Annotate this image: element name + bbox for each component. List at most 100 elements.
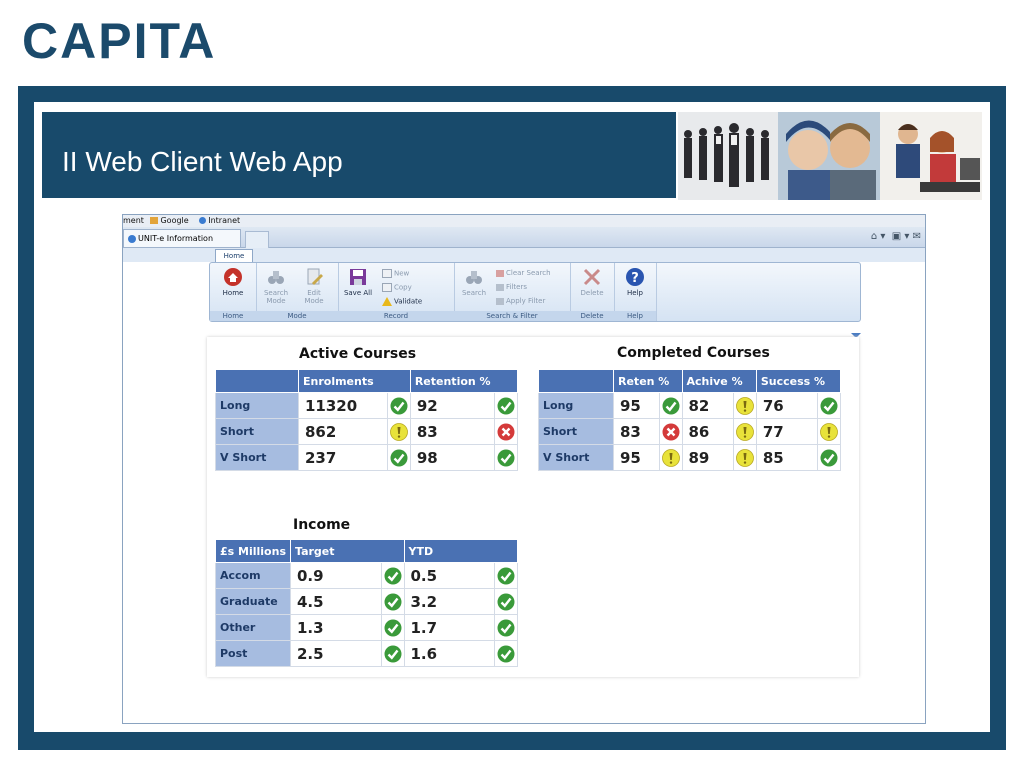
table-row: V Short 237 98	[215, 444, 518, 471]
value-cell: 92	[409, 392, 496, 419]
google-link-label: Google	[160, 216, 189, 225]
filters-button[interactable]: Filters	[496, 283, 527, 291]
status-cell	[494, 614, 518, 641]
status-cell	[386, 444, 411, 471]
home-page-icon[interactable]: ⌂	[871, 231, 877, 242]
column-header: Reten %	[613, 369, 683, 393]
value-cell: 86	[681, 418, 734, 445]
value-cell: 11320	[298, 392, 388, 419]
value-cell: 85	[755, 444, 819, 471]
value-cell: 237	[298, 444, 388, 471]
save-all-button[interactable]: Save All	[342, 267, 374, 297]
status-cell	[732, 418, 757, 445]
ribbon-tab-home[interactable]: Home	[215, 249, 253, 263]
svg-text:?: ?	[631, 271, 639, 286]
status-cell	[817, 444, 841, 471]
row-header: V Short	[215, 444, 299, 471]
warning-icon	[735, 448, 754, 467]
row-header: Other	[215, 614, 291, 641]
ribbon-group-delete: Delete Delete	[570, 263, 615, 321]
apply-filter-label: Apply Filter	[506, 297, 546, 305]
table-header-row: Enrolments Retention %	[215, 369, 519, 393]
browser-window: ment Google Intranet UNIT-e Information …	[122, 214, 926, 724]
slide-frame: II Web Client Web App ment Google Intran…	[18, 86, 1006, 750]
value-cell: 1.7	[403, 614, 495, 641]
copy-icon	[382, 283, 392, 292]
status-cell	[732, 444, 757, 471]
browser-tab-active[interactable]: UNIT-e Information Int...×	[123, 229, 241, 261]
clear-search-label: Clear Search	[506, 269, 551, 277]
check-icon	[497, 619, 515, 637]
status-cell	[380, 588, 405, 615]
value-cell: 76	[755, 392, 819, 419]
column-header: Achive %	[681, 369, 757, 393]
delete-icon	[583, 268, 601, 286]
value-cell: 0.5	[403, 562, 495, 589]
value-cell: 1.3	[290, 614, 382, 641]
save-all-label: Save All	[343, 289, 373, 297]
search-mode-button[interactable]: Search Mode	[260, 267, 292, 305]
value-cell: 83	[613, 418, 660, 445]
value-cell: 98	[409, 444, 496, 471]
status-cell	[494, 444, 518, 471]
ribbon-group-help: ? Help Help	[614, 263, 657, 321]
ribbon-group-label: Delete	[570, 311, 614, 321]
apply-filter-button[interactable]: Apply Filter	[496, 297, 545, 305]
table-row: Long 95 82 76	[538, 392, 841, 419]
links-item-ment[interactable]: ment	[123, 216, 144, 225]
row-header: Short	[215, 418, 299, 445]
column-header: YTD	[403, 539, 518, 563]
new-document-icon	[382, 269, 392, 278]
status-cell	[386, 392, 411, 419]
ribbon-tab-bar: Home	[123, 248, 925, 263]
search-mode-label: Search Mode	[263, 289, 289, 305]
search-label: Search	[461, 289, 487, 297]
header-photos	[678, 112, 982, 200]
new-button[interactable]: New	[382, 269, 409, 278]
status-cell	[494, 640, 518, 667]
copy-button[interactable]: Copy	[382, 283, 412, 292]
slide-body: II Web Client Web App ment Google Intran…	[34, 102, 990, 732]
warning-icon	[735, 396, 754, 415]
edit-document-icon	[307, 268, 323, 285]
status-cell	[658, 392, 683, 419]
check-icon	[820, 397, 838, 415]
row-header: Graduate	[215, 588, 291, 615]
search-button[interactable]: Search	[458, 267, 490, 297]
mail-icon[interactable]: ✉	[913, 231, 921, 242]
column-header: Enrolments	[298, 369, 411, 393]
check-icon	[497, 567, 515, 585]
home-button[interactable]: Home	[217, 267, 249, 297]
value-cell: 95	[613, 444, 660, 471]
dashboard-panel: Active Courses Enrolments Retention % Lo…	[207, 337, 859, 677]
column-header	[538, 369, 614, 393]
column-header: Target	[290, 539, 405, 563]
status-cell	[732, 392, 757, 419]
value-cell: 82	[681, 392, 734, 419]
edit-mode-button[interactable]: Edit Mode	[298, 267, 330, 305]
new-tab-button[interactable]	[245, 231, 269, 249]
status-cell	[494, 588, 518, 615]
validate-button[interactable]: Validate	[382, 297, 422, 306]
delete-button[interactable]: Delete	[576, 267, 608, 297]
delete-label: Delete	[580, 289, 604, 297]
feeds-icon[interactable]: ▣	[892, 231, 901, 242]
ie-tab-icon	[128, 234, 136, 243]
table-row: Short 862 83	[215, 418, 518, 445]
status-cell	[380, 640, 405, 667]
column-header	[215, 369, 299, 393]
intranet-link[interactable]: Intranet	[199, 216, 244, 225]
google-link[interactable]: Google	[150, 216, 192, 225]
ribbon-group-search-filter: Search Clear Search Filters Apply Filter…	[454, 263, 571, 321]
check-icon	[384, 645, 402, 663]
ribbon-group-label: Search & Filter	[454, 311, 570, 321]
slide-title-bar: II Web Client Web App	[42, 112, 676, 198]
clear-search-button[interactable]: Clear Search	[496, 269, 551, 277]
help-button[interactable]: ? Help	[619, 267, 651, 297]
students-photo	[778, 112, 880, 200]
column-header: Retention %	[409, 369, 519, 393]
ribbon-group-label: Help	[614, 311, 656, 321]
status-cell	[658, 444, 683, 471]
row-header: Accom	[215, 562, 291, 589]
check-icon	[662, 397, 680, 415]
